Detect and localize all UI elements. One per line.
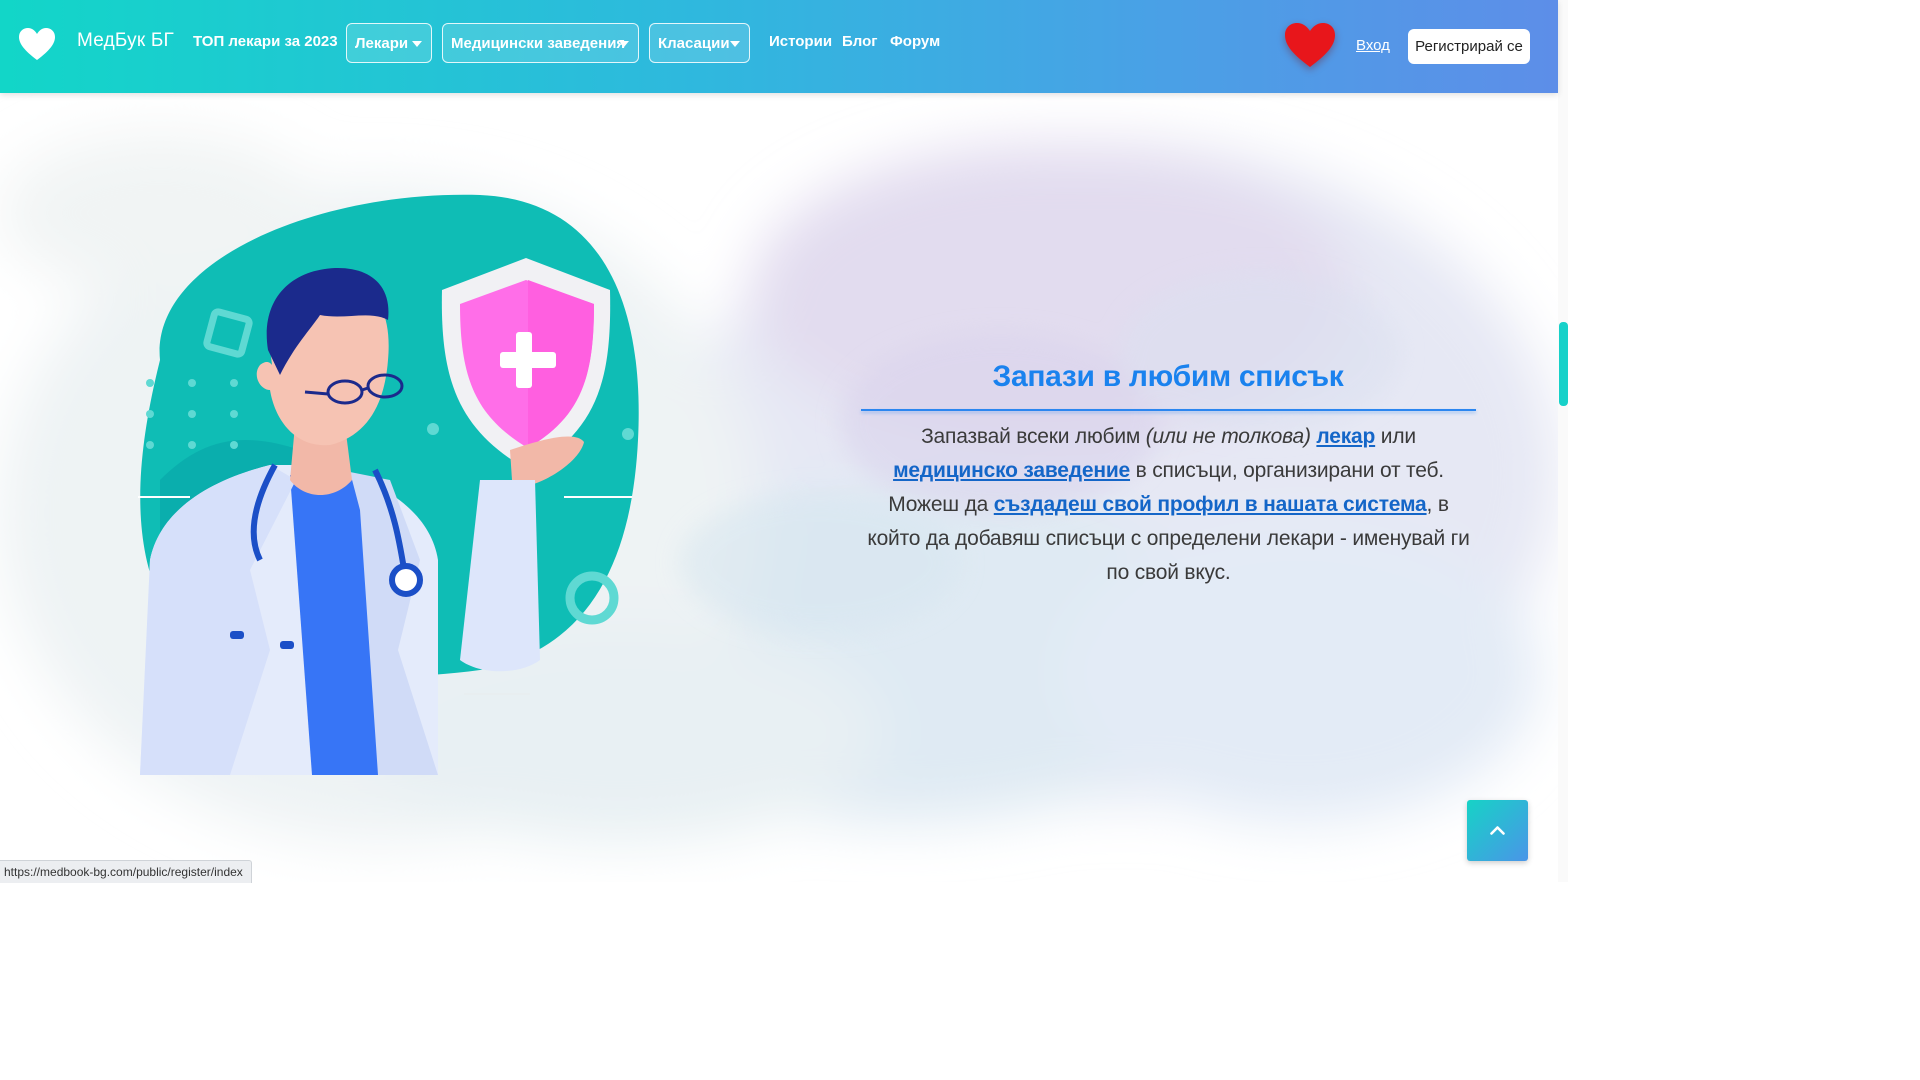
description-text: или xyxy=(1375,425,1416,448)
scrollbar-track[interactable] xyxy=(1558,0,1568,882)
doctor-link[interactable]: лекар xyxy=(1316,425,1375,448)
nav-facilities-dropdown[interactable]: Медицински заведения xyxy=(442,23,639,63)
back-to-top-button[interactable] xyxy=(1467,800,1528,861)
top-navbar: МедБук БГ ТОП лекари за 2023 Лекари Меди… xyxy=(0,0,1558,93)
nav-top-doctors-link[interactable]: ТОП лекари за 2023 xyxy=(193,33,338,50)
nav-stories-link[interactable]: Истории xyxy=(769,33,832,50)
caret-down-icon xyxy=(619,41,629,47)
caret-down-icon xyxy=(412,41,422,47)
caret-down-icon xyxy=(730,41,740,47)
facility-link[interactable]: медицинско заведение xyxy=(893,459,1130,482)
login-link[interactable]: Вход xyxy=(1356,37,1390,54)
description-text: Запазвай всеки любим xyxy=(921,425,1146,448)
nav-rankings-dropdown[interactable]: Класации xyxy=(649,23,750,63)
feature-title: Запази в любим списък xyxy=(992,360,1344,393)
description-italic: (или не толкова) xyxy=(1145,425,1311,448)
link-status-bar: https://medbook-bg.com/public/register/i… xyxy=(0,860,252,883)
favorites-heart-icon[interactable] xyxy=(1284,22,1336,68)
nav-rankings-label: Класации xyxy=(658,35,730,52)
scrollbar-thumb[interactable] xyxy=(1559,322,1568,406)
title-divider xyxy=(861,409,1476,411)
nav-forum-link[interactable]: Форум xyxy=(890,33,940,50)
nav-doctors-label: Лекари xyxy=(355,35,409,52)
heart-icon[interactable] xyxy=(18,27,56,61)
chevron-up-icon xyxy=(1490,826,1505,835)
doctor-shield-illustration xyxy=(138,194,639,775)
create-profile-link[interactable]: създадеш свой профил в нашата система xyxy=(994,493,1427,516)
register-button[interactable]: Регистрирай се xyxy=(1408,29,1530,64)
nav-facilities-label: Медицински заведения xyxy=(451,35,626,52)
feature-description: Запазвай всеки любим (или не толкова) ле… xyxy=(860,420,1477,590)
nav-blog-link[interactable]: Блог xyxy=(842,33,878,50)
login-label: Вход xyxy=(1356,37,1390,54)
nav-doctors-dropdown[interactable]: Лекари xyxy=(346,23,432,63)
brand-name[interactable]: МедБук БГ xyxy=(77,30,174,52)
